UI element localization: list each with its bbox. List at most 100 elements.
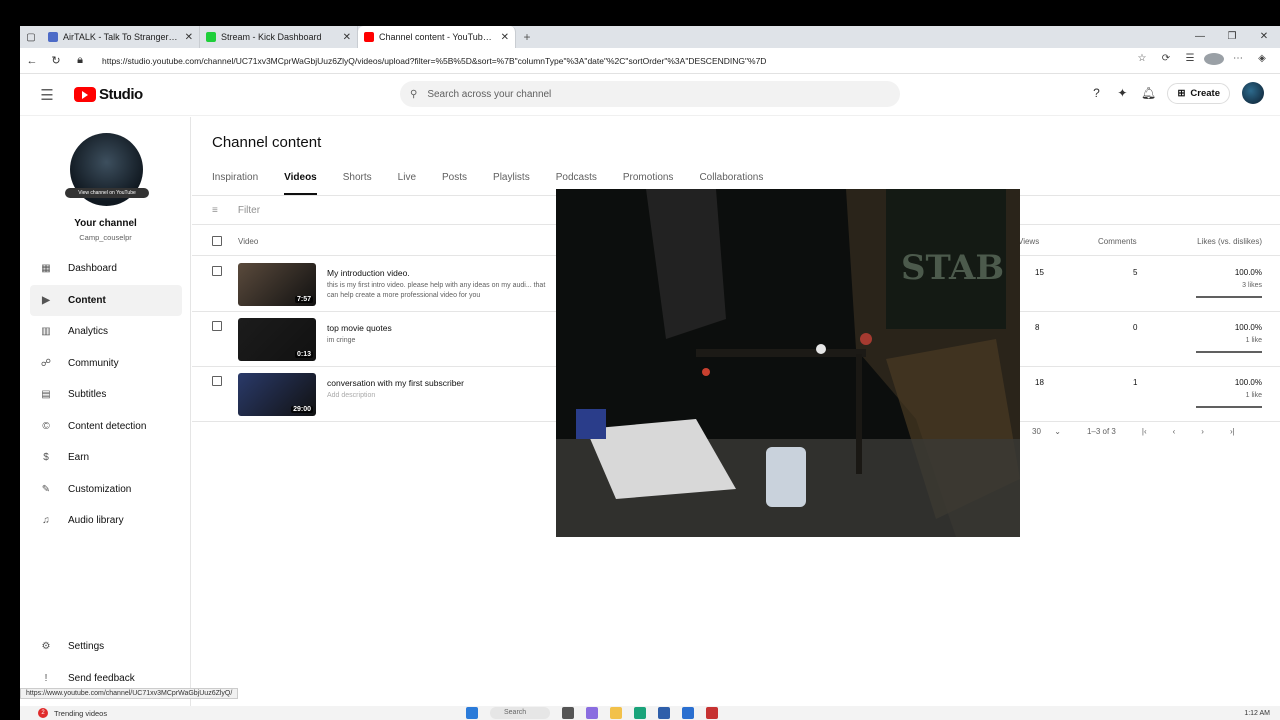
audio-library-icon: ♫ (42, 515, 50, 527)
row-checkbox[interactable] (212, 266, 222, 276)
pagination-range: 1–3 of 3 (1086, 427, 1116, 436)
sidebar-item-community[interactable]: ☍ Community (30, 348, 182, 380)
window-controls: — ❐ ✕ (1184, 26, 1280, 48)
create-button[interactable]: ⊞ Create (1167, 82, 1230, 104)
tab-actions-icon[interactable]: ▢ (20, 26, 42, 48)
trending-widget[interactable]: Trending videos (54, 709, 107, 718)
refresh-icon[interactable]: ↻ (44, 54, 68, 67)
address-bar: ← ↻ 🔒︎ https://studio.youtube.com/channe… (20, 48, 1280, 74)
more-icon[interactable]: ⋯ (1228, 53, 1248, 68)
video-thumbnail[interactable]: 7:57 (238, 263, 316, 306)
lock-icon[interactable]: 🔒︎ (68, 54, 92, 67)
video-title[interactable]: top movie quotes (327, 323, 392, 333)
sidebar-item-subtitles[interactable]: ▤ Subtitles (30, 379, 182, 411)
restore-icon[interactable]: ❐ (1216, 26, 1248, 48)
views-count: 18 (1035, 378, 1044, 387)
row-checkbox[interactable] (212, 321, 222, 331)
sidebar-item-settings[interactable]: ⚙ Settings (30, 631, 182, 663)
favorite-star-icon[interactable]: ☆ (1132, 53, 1152, 68)
last-page-icon[interactable]: ›| (1230, 427, 1235, 436)
first-page-icon[interactable]: |‹ (1142, 427, 1147, 436)
channel-search-input[interactable]: ⚲ Search across your channel (400, 81, 900, 107)
sidebar-item-earn[interactable]: $ Earn (30, 442, 182, 474)
copilot-app-icon[interactable] (586, 707, 598, 719)
close-window-icon[interactable]: ✕ (1248, 26, 1280, 48)
sidebar-nav: ▦ Dashboard ▶ Content ▥ Analytics ☍ Community ▤ S… (30, 253, 182, 537)
row-checkbox[interactable] (212, 376, 222, 386)
video-title[interactable]: My introduction video. (327, 268, 410, 278)
notifications-icon[interactable]: 🔔︎ (1141, 86, 1156, 100)
file-explorer-icon[interactable] (610, 707, 622, 719)
likes-count: 1 like (1245, 392, 1262, 399)
tab-bar: ▢ AirTALK - Talk To Strangers | Voice ✕ … (20, 26, 1280, 48)
taskbar-search[interactable]: Search (490, 707, 550, 719)
tab-posts[interactable]: Posts (442, 167, 467, 195)
new-tab-icon[interactable]: + (516, 30, 538, 44)
sidebar-item-analytics[interactable]: ▥ Analytics (30, 316, 182, 348)
prev-page-icon[interactable]: ‹ (1173, 427, 1176, 436)
studio-logo[interactable]: Studio (74, 86, 143, 103)
video-thumbnail[interactable]: 29:00 (238, 373, 316, 416)
extensions-icon[interactable]: ⟳ (1156, 53, 1176, 68)
task-view-icon[interactable] (562, 707, 574, 719)
filter-placeholder: Filter (237, 204, 261, 216)
store-icon[interactable] (658, 707, 670, 719)
sparkle-icon[interactable]: ✦ (1115, 86, 1129, 100)
copilot-icon[interactable]: ◈ (1252, 53, 1272, 68)
likes-count: 3 likes (1242, 282, 1262, 289)
edge-icon[interactable] (634, 707, 646, 719)
column-video: Video (238, 237, 259, 246)
select-all-checkbox[interactable] (212, 236, 222, 246)
channel-handle: Camp_couselpr (79, 233, 132, 242)
minimize-icon[interactable]: — (1184, 26, 1216, 48)
tab-shorts[interactable]: Shorts (343, 167, 372, 195)
browser-tab-airtalk[interactable]: AirTALK - Talk To Strangers | Voice ✕ (42, 26, 200, 48)
rows-per-page[interactable]: 30 ⌄ (1032, 427, 1061, 436)
next-page-icon[interactable]: › (1201, 427, 1204, 436)
menu-icon[interactable]: ☰ (20, 86, 74, 104)
sidebar-item-content-detection[interactable]: © Content detection (30, 411, 182, 443)
help-icon[interactable]: ? (1089, 86, 1103, 100)
likes-ratio-bar (1196, 296, 1262, 298)
sidebar-item-label: Customization (68, 483, 132, 495)
tab-live[interactable]: Live (398, 167, 416, 195)
sidebar-item-customization[interactable]: ✎ Customization (30, 474, 182, 506)
sidebar-item-label: Dashboard (68, 263, 117, 275)
close-tab-icon[interactable]: ✕ (185, 32, 193, 43)
view-channel-tooltip[interactable]: View channel on YouTube (65, 188, 149, 198)
browser-tab-youtube-studio[interactable]: Channel content - YouTube Studio ✕ (358, 26, 516, 48)
video-overlay[interactable]: STAB (556, 189, 1020, 537)
likes-ratio-fill (1196, 351, 1262, 353)
close-tab-icon[interactable]: ✕ (501, 32, 509, 43)
sidebar-item-dashboard[interactable]: ▦ Dashboard (30, 253, 182, 285)
filter-icon[interactable]: ≡ (212, 205, 218, 216)
column-likes[interactable]: Likes (vs. dislikes) (1197, 237, 1262, 246)
sidebar-item-content[interactable]: ▶ Content (30, 284, 182, 316)
favorites-icon[interactable]: ☰ (1180, 53, 1200, 68)
kick-favicon-icon (206, 32, 216, 42)
logo-text: Studio (99, 86, 143, 103)
column-comments[interactable]: Comments (1098, 237, 1137, 246)
tab-videos[interactable]: Videos (284, 167, 317, 195)
back-icon[interactable]: ← (20, 55, 44, 67)
record-app-icon[interactable] (706, 707, 718, 719)
video-duration: 0:13 (294, 351, 313, 358)
tab-inspiration[interactable]: Inspiration (212, 167, 258, 195)
profile-icon[interactable] (1204, 53, 1224, 68)
url-field[interactable]: https://studio.youtube.com/channel/UC71x… (102, 56, 1132, 66)
youtube-favicon-icon (364, 32, 374, 42)
video-frame-image: STAB (556, 189, 1020, 537)
outlook-icon[interactable] (682, 707, 694, 719)
start-icon[interactable] (466, 707, 478, 719)
video-thumbnail[interactable]: 0:13 (238, 318, 316, 361)
video-title[interactable]: conversation with my first subscriber (327, 378, 464, 388)
close-tab-icon[interactable]: ✕ (343, 32, 351, 43)
browser-tab-kick[interactable]: Stream - Kick Dashboard ✕ (200, 26, 358, 48)
your-channel-label: Your channel (74, 218, 137, 229)
clock[interactable]: 1:12 AM (1244, 710, 1270, 717)
tab-playlists[interactable]: Playlists (493, 167, 530, 195)
sidebar-item-audio-library[interactable]: ♫ Audio library (30, 505, 182, 537)
account-avatar[interactable] (1242, 82, 1264, 104)
views-count: 8 (1035, 323, 1040, 332)
column-views[interactable]: Views (1018, 237, 1039, 246)
